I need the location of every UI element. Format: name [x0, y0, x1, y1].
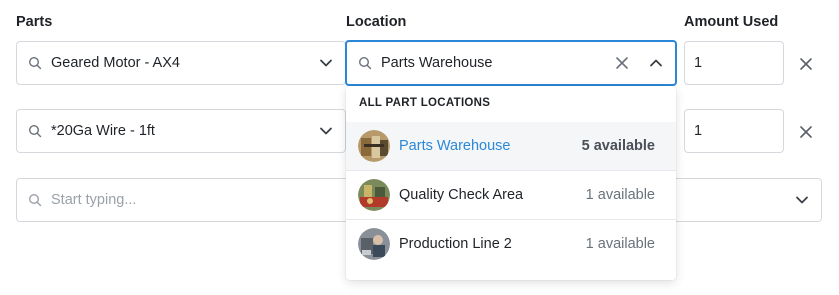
option-count: 1 available — [585, 186, 655, 203]
remove-row-icon[interactable] — [799, 125, 813, 139]
search-icon — [28, 124, 42, 138]
warehouse-avatar — [358, 130, 390, 162]
search-icon — [358, 56, 372, 70]
location-input[interactable]: Parts Warehouse — [381, 55, 615, 71]
part-value: Geared Motor - AX4 — [51, 55, 180, 71]
option-count: 1 available — [585, 235, 655, 252]
remove-row-icon[interactable] — [799, 57, 813, 71]
dropdown-title: ALL PART LOCATIONS — [359, 97, 491, 109]
option-name: Quality Check Area — [399, 186, 524, 203]
clear-icon[interactable] — [615, 56, 629, 70]
location-option-quality-check-area[interactable]: Quality Check Area 1 available — [346, 170, 676, 218]
parts-header: Parts — [16, 14, 53, 30]
part-select-row-1[interactable]: Geared Motor - AX4 — [16, 41, 346, 85]
option-name: Parts Warehouse — [399, 138, 511, 154]
amount-header: Amount Used — [684, 14, 779, 30]
amount-input-row-1[interactable]: 1 — [684, 41, 784, 85]
part-value: *20Ga Wire - 1ft — [51, 123, 155, 139]
location-header: Location — [346, 14, 407, 30]
amount-input-row-2[interactable]: 1 — [684, 109, 784, 153]
chevron-down-icon[interactable] — [319, 56, 333, 70]
chevron-down-icon[interactable] — [795, 193, 809, 207]
location-option-production-line-2[interactable]: Production Line 2 1 available — [346, 219, 676, 267]
quality-area-avatar — [358, 178, 390, 211]
location-option-parts-warehouse[interactable]: Parts Warehouse 5 available — [346, 122, 676, 170]
option-name: Production Line 2 — [399, 235, 512, 252]
chevron-down-icon[interactable] — [319, 124, 333, 138]
location-select-row-1[interactable]: Parts Warehouse — [345, 40, 677, 86]
location-dropdown: ALL PART LOCATIONS Parts Warehouse 5 ava… — [346, 86, 676, 280]
option-count: 5 available — [581, 138, 655, 154]
production-line-avatar — [358, 227, 390, 260]
chevron-up-icon[interactable] — [649, 56, 663, 70]
search-icon — [28, 193, 42, 207]
part-select-row-2[interactable]: *20Ga Wire - 1ft — [16, 109, 346, 153]
search-icon — [28, 56, 42, 70]
